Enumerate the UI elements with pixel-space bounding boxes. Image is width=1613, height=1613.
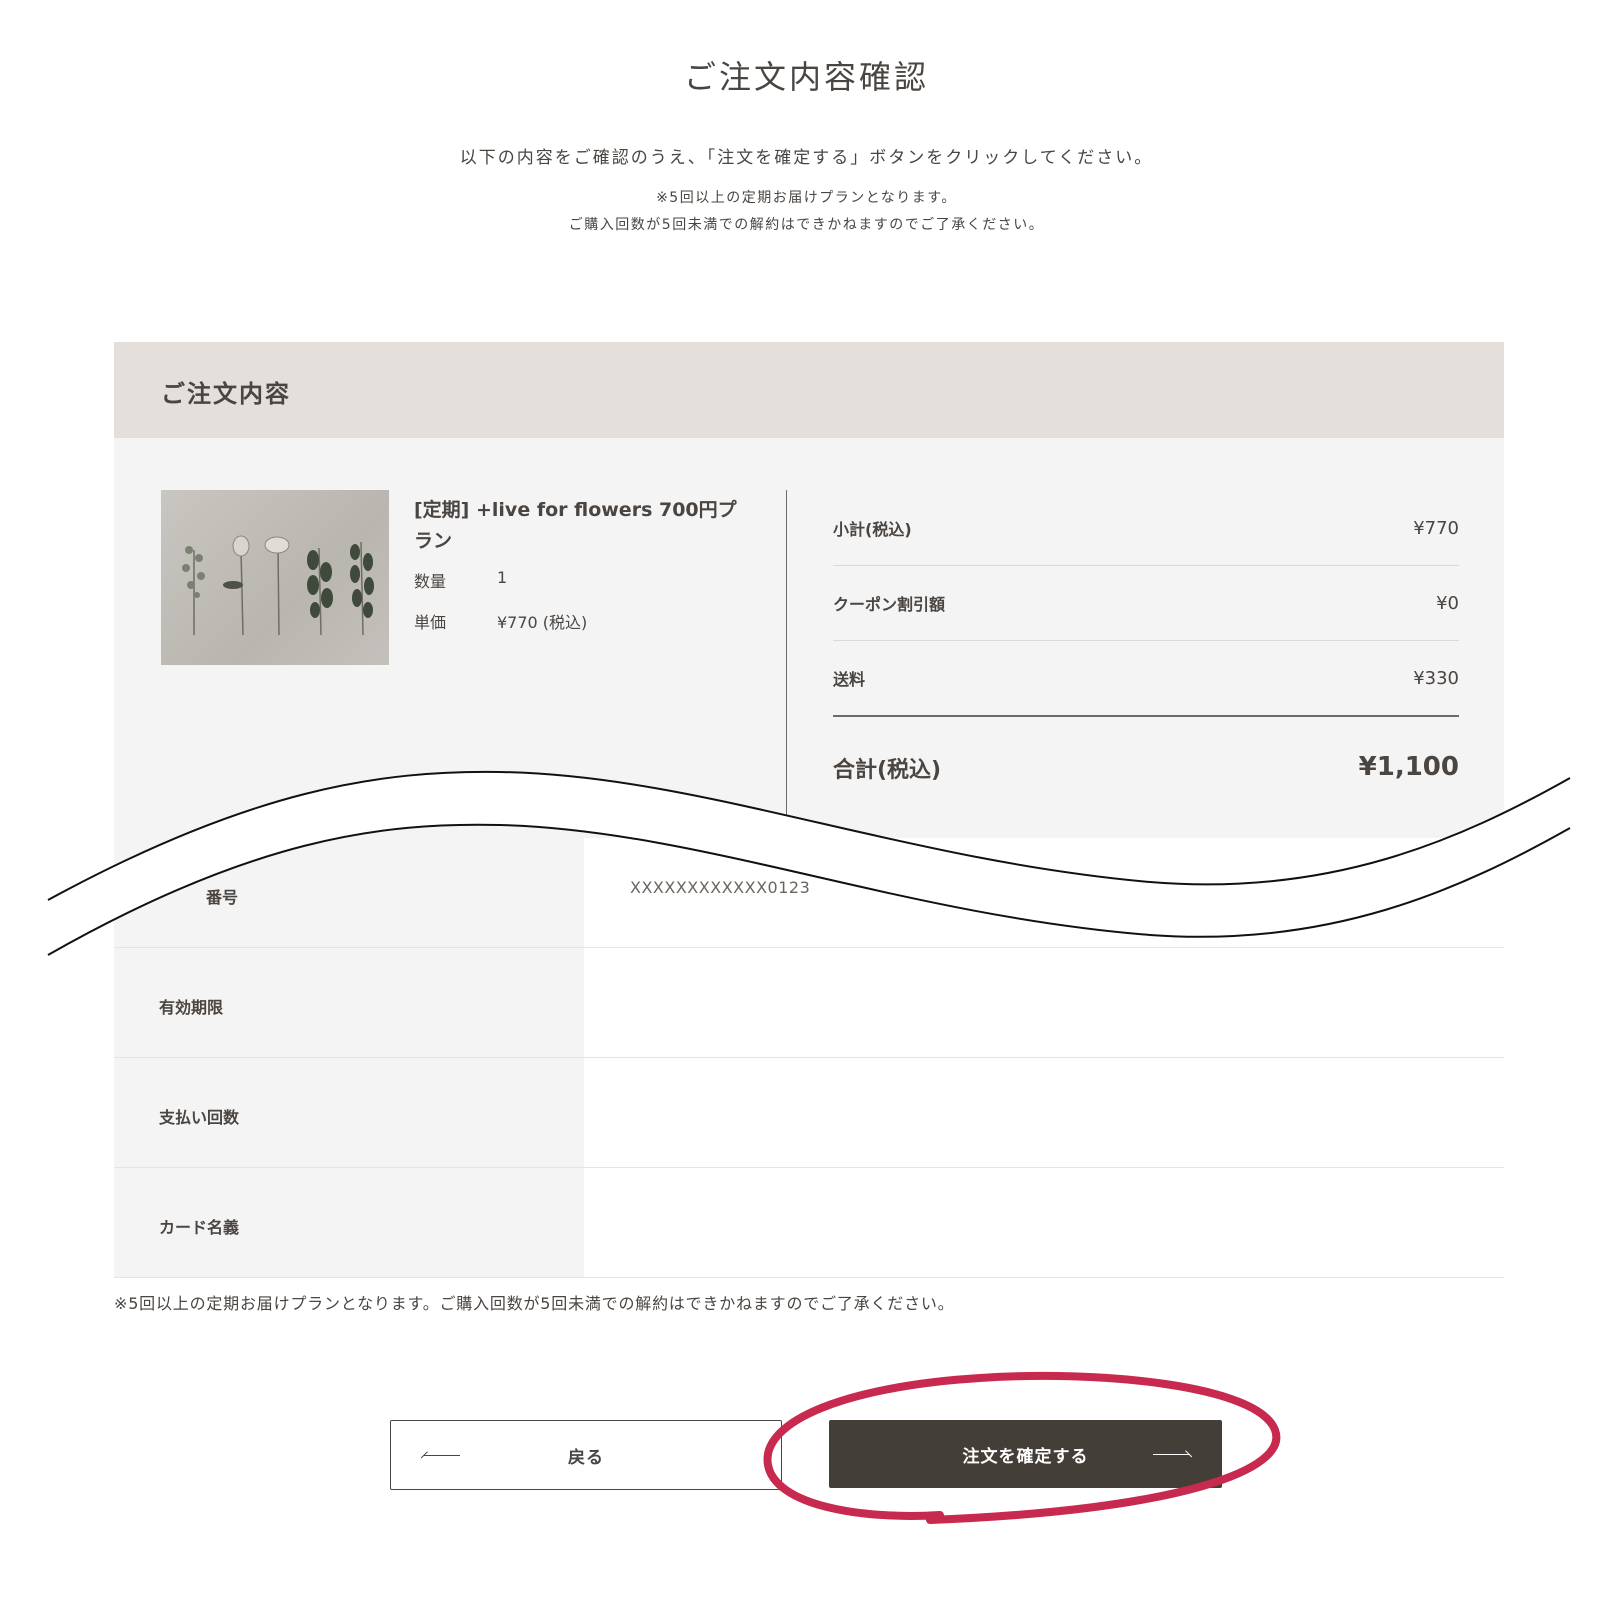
back-button[interactable]: 戻る [390,1420,782,1490]
arrow-left-icon [424,1455,460,1456]
confirm-order-button[interactable]: 注文を確定する [829,1420,1222,1488]
back-button-label: 戻る [568,1447,604,1468]
arrow-right-icon [1153,1454,1189,1455]
wave-cut-overlay [47,770,1571,956]
footer-note: ※5回以上の定期お届けプランとなります。ご購入回数が5回未満での解約はできかねま… [114,1294,955,1313]
confirm-button-label: 注文を確定する [962,1446,1089,1467]
